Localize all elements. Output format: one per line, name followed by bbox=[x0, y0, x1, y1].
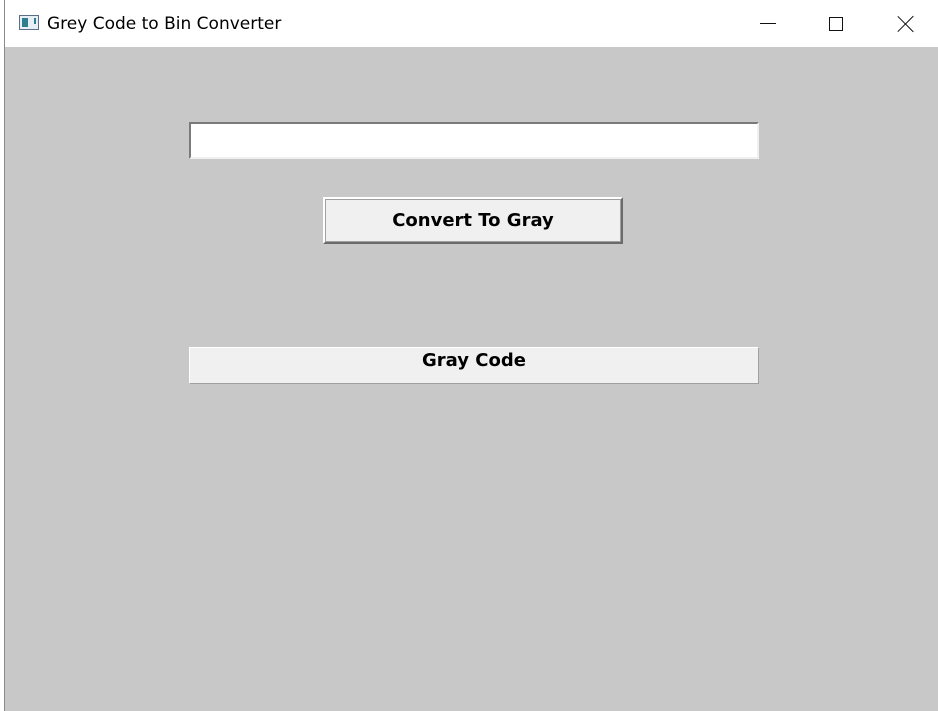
minimize-icon bbox=[760, 23, 776, 24]
close-button[interactable] bbox=[883, 0, 929, 47]
gray-code-result-label: Gray Code bbox=[189, 347, 759, 384]
minimize-button[interactable] bbox=[745, 0, 791, 47]
close-icon bbox=[897, 15, 915, 33]
maximize-icon bbox=[829, 16, 843, 31]
app-window-icon bbox=[19, 15, 39, 30]
window-title: Grey Code to Bin Converter bbox=[47, 14, 282, 34]
binary-input-field[interactable] bbox=[189, 122, 759, 159]
convert-to-gray-button[interactable]: Convert To Gray bbox=[323, 197, 623, 244]
app-window: Grey Code to Bin Converter Convert To Gr… bbox=[4, 0, 938, 711]
maximize-button[interactable] bbox=[813, 0, 859, 47]
title-bar[interactable]: Grey Code to Bin Converter bbox=[5, 0, 938, 47]
